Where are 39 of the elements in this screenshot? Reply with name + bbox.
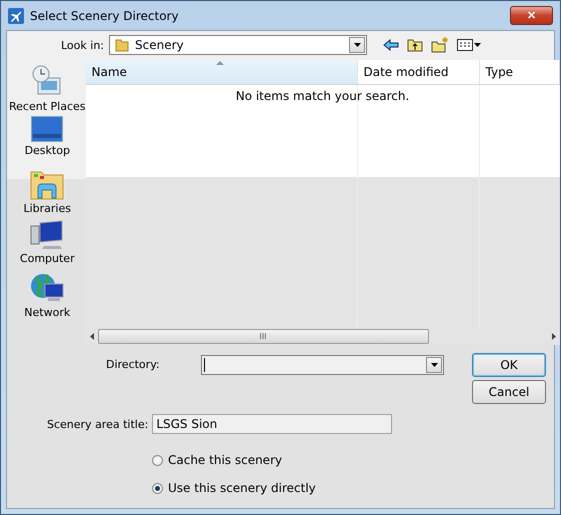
look-in-label: Look in: [61,38,105,52]
places-item[interactable]: Computer [20,220,75,270]
dropdown-button[interactable] [426,357,442,373]
directory-dropdown[interactable] [201,355,444,375]
back-arrow-icon[interactable] [383,39,399,51]
column-header[interactable]: Name [86,60,358,84]
network-globe-icon [30,272,64,304]
scroll-right-icon[interactable] [552,333,556,340]
column-header[interactable]: Date modified [358,60,480,84]
folder-icon [115,38,129,52]
scenery-title-label: Scenery area title: [47,418,148,430]
empty-message: No items match your search. [234,89,410,103]
places-item[interactable]: Libraries [23,168,71,218]
places-item[interactable]: Network [24,272,70,322]
places-item[interactable]: Desktop [24,116,70,166]
places-item[interactable]: Recent Places [9,64,86,114]
new-folder-icon[interactable] [431,37,449,53]
scroll-thumb[interactable]: III [98,329,428,344]
radio-option[interactable]: Cache this scenery [152,450,550,470]
scroll-left-icon[interactable] [90,333,94,340]
radio-option[interactable]: Use this scenery directly [152,478,550,498]
sort-arrow-icon [216,61,224,65]
airplane-icon [8,8,24,24]
view-menu-icon[interactable] [457,39,481,51]
window-title: Select Scenery Directory [30,8,180,22]
scenery-title-field[interactable]: LSGS Sion [152,414,392,434]
dropdown-button[interactable] [349,37,365,53]
ok-button[interactable]: OK [472,353,546,377]
close-button[interactable]: ✕ [510,6,553,25]
directory-label: Directory: [106,358,161,371]
look-in-dropdown[interactable]: Scenery [109,35,367,55]
column-header[interactable]: Type [480,60,560,84]
dropdown-arrow-icon [354,43,360,47]
dropdown-arrow-icon [430,363,438,367]
horizontal-scrollbar[interactable]: III [86,328,560,345]
computer-icon [30,220,64,250]
up-folder-icon[interactable] [407,38,423,52]
cancel-button[interactable]: Cancel [472,380,546,404]
desktop-icon [31,116,64,142]
